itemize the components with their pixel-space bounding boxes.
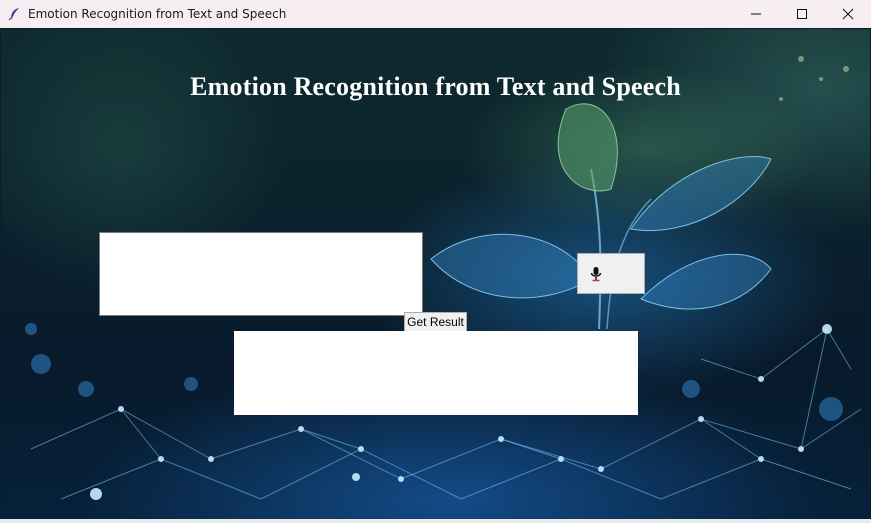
window-controls [733, 0, 871, 28]
app-heading: Emotion Recognition from Text and Speech [190, 72, 681, 101]
minimize-button[interactable] [733, 0, 779, 28]
window-bottom-edge [0, 519, 871, 523]
result-output [234, 331, 638, 415]
app-window: Emotion Recognition from Text and Speech [0, 0, 871, 523]
close-button[interactable] [825, 0, 871, 28]
maximize-button[interactable] [779, 0, 825, 28]
text-input[interactable] [99, 232, 423, 316]
minimize-icon [751, 13, 761, 15]
window-title: Emotion Recognition from Text and Speech [28, 7, 287, 21]
get-result-button[interactable]: Get Result [404, 312, 467, 332]
close-icon [842, 8, 854, 20]
feather-icon [8, 7, 22, 21]
title-bar[interactable]: Emotion Recognition from Text and Speech [0, 0, 871, 28]
microphone-icon [590, 266, 602, 281]
record-speech-button[interactable] [577, 253, 645, 294]
maximize-icon [797, 9, 807, 19]
